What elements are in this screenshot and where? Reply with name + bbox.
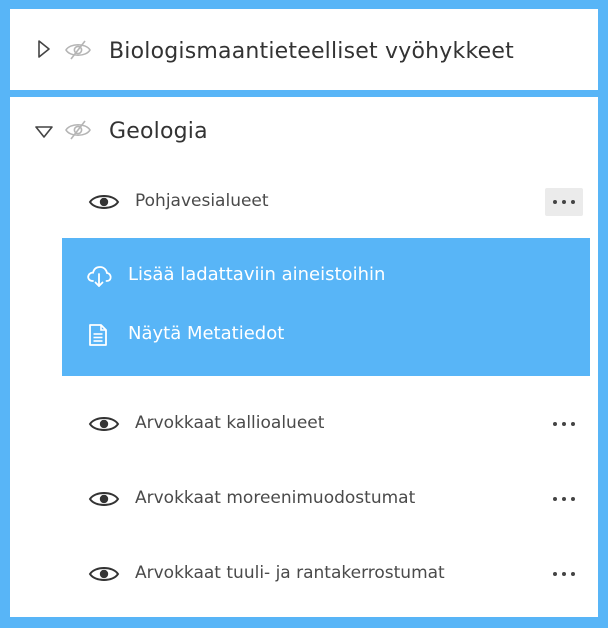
eye-icon[interactable] [88,564,120,588]
layer-label: Pohjavesialueet [135,191,269,211]
group-toggle-geologia[interactable]: Geologia [10,97,598,167]
layer-context-menu: Lisää ladattaviin aineistoihin Näytä Met… [62,238,590,376]
dot [571,200,575,204]
group-title: Biologismaantieteelliset vyöhykkeet [109,39,514,64]
layer-row: Pohjavesialueet [10,182,598,222]
layer-row: Arvokkaat kallioalueet [10,404,598,444]
more-options-button[interactable] [545,410,583,438]
dot [562,422,566,426]
eye-off-icon[interactable] [63,39,93,65]
layer-group-expanded: Geologia Pohjavesialueet Lisää ladattavi… [10,97,598,617]
eye-icon[interactable] [88,192,120,216]
menu-item-label: Lisää ladattaviin aineistoihin [128,264,386,285]
dot [562,497,566,501]
cloud-download-icon [86,264,112,292]
dot [571,572,575,576]
layer-label: Arvokkaat moreenimuodostumat [135,488,416,508]
group-title: Geologia [109,119,208,144]
document-icon [86,323,110,351]
menu-item-label: Näytä Metatiedot [128,323,285,344]
dot [562,200,566,204]
dot [562,572,566,576]
eye-off-icon[interactable] [63,119,93,145]
layer-group-collapsed: Biologismaantieteelliset vyöhykkeet [10,9,598,90]
more-options-button[interactable] [545,485,583,513]
dot [553,497,557,501]
more-options-button[interactable] [545,560,583,588]
layer-row: Arvokkaat tuuli- ja rantakerrostumat [10,554,598,594]
layer-row: Arvokkaat moreenimuodostumat [10,479,598,519]
dot [553,422,557,426]
caret-down-icon[interactable] [34,124,54,144]
menu-item-show-metadata[interactable]: Näytä Metatiedot [62,315,590,355]
caret-right-icon[interactable] [37,39,51,63]
dot [571,422,575,426]
dot [571,497,575,501]
dot [553,572,557,576]
eye-icon[interactable] [88,414,120,438]
layer-label: Arvokkaat tuuli- ja rantakerrostumat [135,563,445,583]
more-options-button[interactable] [545,188,583,216]
layer-label: Arvokkaat kallioalueet [135,413,325,433]
eye-icon[interactable] [88,489,120,513]
group-toggle-biologismaantieteelliset[interactable]: Biologismaantieteelliset vyöhykkeet [10,9,598,90]
menu-item-add-to-downloads[interactable]: Lisää ladattaviin aineistoihin [62,256,590,296]
dot [553,200,557,204]
